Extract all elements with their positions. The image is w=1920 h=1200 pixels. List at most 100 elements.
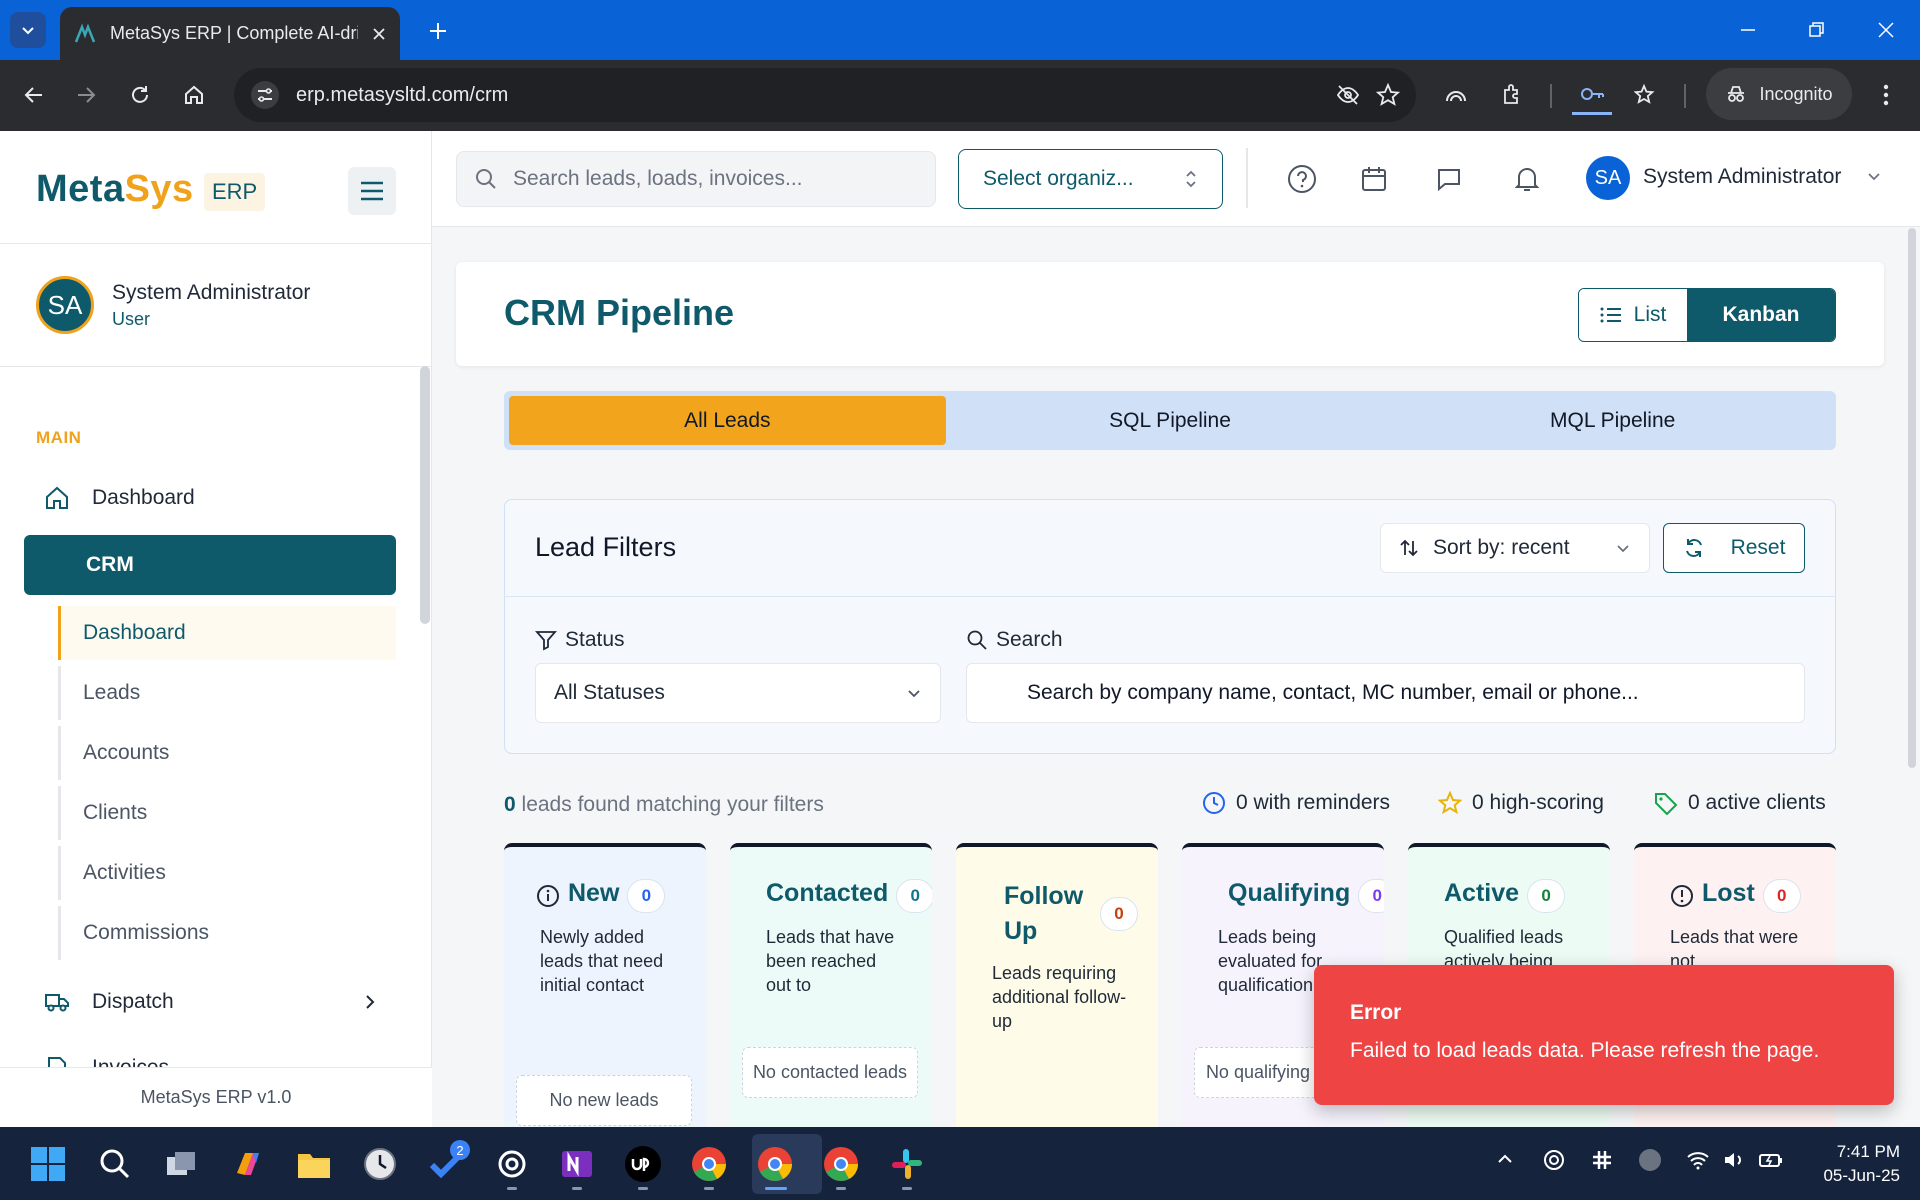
column-header: New 0 Newly added leads that need initial…: [504, 847, 706, 997]
address-bar[interactable]: erp.metasysltd.com/crm: [234, 68, 1416, 122]
tray-upwork[interactable]: [1638, 1148, 1662, 1172]
column-count-badge: 0: [1100, 897, 1138, 931]
sidebar-toggle-button[interactable]: [348, 167, 396, 215]
taskbar-search-button[interactable]: [93, 1142, 137, 1186]
chevron-down-icon: [1617, 545, 1629, 553]
kanban-view-button[interactable]: Kanban: [1687, 289, 1835, 341]
clock-app[interactable]: [358, 1142, 402, 1186]
home-button[interactable]: [174, 75, 214, 115]
user-menu-toggle[interactable]: [1866, 168, 1882, 184]
toolbar-divider: [1684, 84, 1686, 108]
sidebar-item-dashboard[interactable]: Dashboard: [24, 468, 396, 528]
tray-slack[interactable]: [1590, 1148, 1614, 1172]
tab-all-leads[interactable]: All Leads: [509, 396, 946, 445]
battery-charging-icon: [1759, 1154, 1782, 1167]
error-toast[interactable]: Error Failed to load leads data. Please …: [1314, 965, 1894, 1105]
task-view-button[interactable]: [159, 1142, 203, 1186]
volume-status[interactable]: [1722, 1148, 1746, 1172]
incognito-indicator[interactable]: Incognito: [1706, 68, 1852, 120]
sidebar-subitem-leads[interactable]: Leads: [58, 666, 396, 720]
new-tab-button[interactable]: [418, 14, 458, 48]
tab-mql-pipeline[interactable]: MQL Pipeline: [1394, 396, 1831, 445]
extensions-button[interactable]: [1492, 75, 1532, 115]
notifications-button[interactable]: [1507, 159, 1547, 199]
calendar-button[interactable]: [1354, 159, 1394, 199]
restore-button[interactable]: [1782, 0, 1850, 60]
restore-icon: [1809, 22, 1824, 37]
reminders-stat: 0 with reminders: [1202, 791, 1390, 815]
sidebar-subitem-accounts[interactable]: Accounts: [58, 726, 396, 780]
reload-button[interactable]: [120, 75, 160, 115]
avatar[interactable]: SA: [1586, 156, 1630, 200]
browser-menu-button[interactable]: [1866, 75, 1906, 115]
organization-select[interactable]: Select organiz...: [958, 149, 1223, 209]
kanban-column-contacted: Contacted 0 Leads that have been reached …: [730, 843, 932, 1127]
sidebar-user-name: System Administrator: [112, 280, 311, 304]
tray-chatgpt[interactable]: [1542, 1148, 1566, 1172]
chatgpt-icon: [1544, 1150, 1564, 1170]
help-button[interactable]: [1282, 159, 1322, 199]
header-divider: [1246, 148, 1248, 208]
search-icon: [100, 1149, 130, 1179]
refresh-icon: [1685, 539, 1702, 557]
tab-search-button[interactable]: [10, 12, 46, 48]
minimize-button[interactable]: [1714, 0, 1782, 60]
reset-filters-button[interactable]: Reset: [1663, 523, 1805, 573]
chrome-app-2[interactable]: [753, 1142, 797, 1186]
messages-button[interactable]: [1429, 159, 1469, 199]
password-manager-button[interactable]: [1572, 75, 1612, 115]
plus-icon: [430, 23, 446, 39]
column-description: Newly added leads that need initial cont…: [540, 927, 664, 995]
extension-button[interactable]: [1436, 75, 1476, 115]
slack-app[interactable]: [885, 1142, 929, 1186]
close-window-button[interactable]: [1852, 0, 1920, 60]
app-logo[interactable]: MetaSys: [36, 168, 194, 211]
sidebar-scrollbar[interactable]: [420, 366, 430, 624]
global-search-input[interactable]: Search leads, loads, invoices...: [456, 151, 936, 207]
sidebar-user-card: SA System Administrator User: [0, 243, 432, 367]
sidebar-item-crm[interactable]: CRM: [24, 535, 396, 595]
start-button[interactable]: [26, 1142, 70, 1186]
browser-tab[interactable]: MetaSys ERP | Complete AI-driv: [60, 7, 400, 60]
sort-select[interactable]: Sort by: recent: [1380, 523, 1650, 573]
header-user-name[interactable]: System Administrator: [1643, 165, 1841, 189]
main-scrollbar[interactable]: [1908, 228, 1916, 768]
battery-status[interactable]: [1758, 1148, 1784, 1172]
chrome-app-1[interactable]: [687, 1142, 731, 1186]
sidebar-subitem-commissions[interactable]: Commissions: [58, 906, 396, 960]
copilot-app[interactable]: [226, 1142, 270, 1186]
tab-sql-pipeline[interactable]: SQL Pipeline: [952, 396, 1389, 445]
sidebar-item-dispatch[interactable]: Dispatch: [24, 972, 396, 1032]
eye-off-icon[interactable]: [1336, 83, 1360, 107]
task-view-icon: [167, 1152, 195, 1175]
chrome-app-3[interactable]: [819, 1142, 863, 1186]
back-button[interactable]: [14, 75, 54, 115]
wifi-status[interactable]: [1686, 1148, 1710, 1172]
show-hidden-icons-button[interactable]: [1496, 1150, 1514, 1168]
onenote-app[interactable]: [555, 1142, 599, 1186]
file-explorer-app[interactable]: [292, 1142, 336, 1186]
slack-icon: [892, 1149, 922, 1179]
upwork-app[interactable]: [621, 1142, 665, 1186]
sidebar-item-label: Dispatch: [92, 990, 174, 1013]
sidebar-item-invoices[interactable]: Invoices: [24, 1040, 396, 1067]
status-select[interactable]: All Statuses: [535, 663, 941, 723]
sidebar-subitem-activities[interactable]: Activities: [58, 846, 396, 900]
back-arrow-icon: [24, 87, 42, 103]
close-tab-icon[interactable]: [372, 27, 386, 41]
lead-search-input[interactable]: Search by company name, contact, MC numb…: [966, 663, 1805, 723]
folder-icon: [298, 1154, 330, 1178]
site-info-icon[interactable]: [250, 80, 280, 110]
clock-icon: [1203, 792, 1225, 814]
bookmarks-button[interactable]: [1626, 75, 1666, 115]
key-icon: [1581, 87, 1604, 100]
bookmark-star-icon[interactable]: [1376, 83, 1400, 107]
list-view-button[interactable]: List: [1579, 289, 1687, 341]
chatgpt-app[interactable]: [490, 1142, 534, 1186]
forward-button[interactable]: [66, 75, 106, 115]
sidebar-subitem-clients[interactable]: Clients: [58, 786, 396, 840]
sidebar-subitem-dashboard[interactable]: Dashboard: [58, 606, 396, 660]
column-count-badge: 0: [1527, 879, 1566, 913]
column-description: Leads requiring additional follow-up: [992, 963, 1127, 1031]
taskbar-clock[interactable]: 7:41 PM 05-Jun-25: [1804, 1140, 1900, 1188]
